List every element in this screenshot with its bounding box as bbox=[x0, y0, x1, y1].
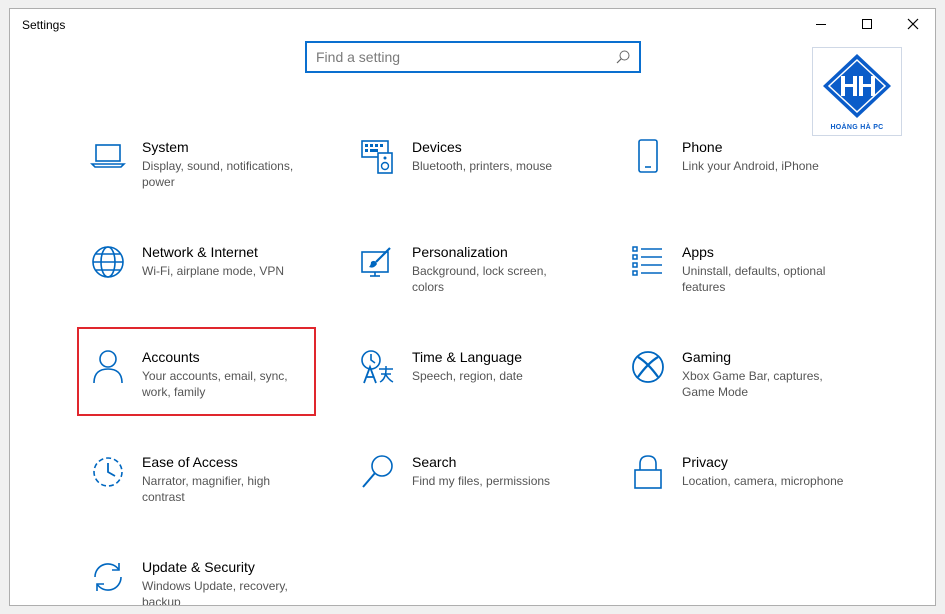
time-language-icon bbox=[361, 350, 394, 384]
close-icon bbox=[907, 18, 919, 30]
search-icon[interactable] bbox=[615, 49, 631, 65]
apps-list-icon bbox=[632, 246, 662, 276]
tile-system-desc: Display, sound, notifications, power bbox=[142, 159, 294, 189]
tile-update-security-title: Update & Security bbox=[142, 559, 255, 575]
minimize-button[interactable] bbox=[799, 9, 845, 41]
maximize-icon bbox=[862, 19, 872, 29]
tile-system-title: System bbox=[142, 139, 189, 155]
tile-phone-title: Phone bbox=[682, 139, 723, 155]
title-bar[interactable]: Settings bbox=[10, 9, 935, 41]
minimize-icon bbox=[816, 24, 826, 25]
tile-system[interactable]: System Display, sound, notifications, po… bbox=[90, 139, 340, 219]
tile-devices-title: Devices bbox=[412, 139, 462, 155]
paint-icon bbox=[361, 247, 391, 277]
phone-icon bbox=[638, 139, 658, 173]
tile-apps-title: Apps bbox=[682, 244, 714, 260]
tile-privacy-title: Privacy bbox=[682, 454, 728, 470]
tile-apps[interactable]: Apps Uninstall, defaults, optional featu… bbox=[630, 244, 880, 324]
tile-apps-desc: Uninstall, defaults, optional features bbox=[682, 264, 826, 294]
lock-icon bbox=[634, 455, 662, 489]
tile-time-language-title: Time & Language bbox=[412, 349, 522, 365]
tile-network[interactable]: Network & Internet Wi-Fi, airplane mode,… bbox=[90, 244, 340, 324]
tile-personalization-title: Personalization bbox=[412, 244, 508, 260]
search-input[interactable] bbox=[316, 47, 606, 67]
tile-devices[interactable]: Devices Bluetooth, printers, mouse bbox=[360, 139, 610, 219]
laptop-icon bbox=[90, 144, 126, 168]
xbox-icon bbox=[632, 351, 664, 383]
tile-update-security[interactable]: Update & Security Windows Update, recove… bbox=[90, 559, 340, 606]
tile-network-desc: Wi-Fi, airplane mode, VPN bbox=[142, 264, 285, 278]
logo-text: HOÀNG HÀ PC bbox=[830, 124, 884, 131]
close-button[interactable] bbox=[891, 9, 935, 41]
globe-icon bbox=[92, 246, 124, 278]
window-title: Settings bbox=[22, 18, 66, 32]
brand-logo: HOÀNG HÀ PC bbox=[812, 47, 902, 136]
tile-ease-of-access-desc: Narrator, magnifier, high contrast bbox=[142, 474, 271, 504]
tile-personalization-desc: Background, lock screen, colors bbox=[412, 264, 547, 294]
tile-gaming-desc: Xbox Game Bar, captures, Game Mode bbox=[682, 369, 823, 399]
tile-privacy[interactable]: Privacy Location, camera, microphone bbox=[630, 454, 880, 534]
search-icon bbox=[362, 455, 393, 488]
maximize-button[interactable] bbox=[845, 9, 891, 41]
tile-update-security-desc: Windows Update, recovery, backup bbox=[142, 579, 288, 606]
tile-gaming-title: Gaming bbox=[682, 349, 732, 365]
keyboard-speaker-icon bbox=[361, 140, 393, 174]
accounts-highlight-box bbox=[77, 327, 316, 416]
settings-window: Settings HOÀNG HÀ PC bbox=[9, 8, 936, 606]
tile-time-language[interactable]: Time & Language Speech, region, date bbox=[360, 349, 610, 429]
tile-search-desc: Find my files, permissions bbox=[412, 474, 551, 488]
ease-of-access-icon bbox=[93, 457, 123, 487]
search-box[interactable] bbox=[305, 41, 641, 73]
tile-time-language-desc: Speech, region, date bbox=[412, 369, 523, 383]
tile-ease-of-access[interactable]: Ease of Access Narrator, magnifier, high… bbox=[90, 454, 340, 534]
tile-ease-of-access-title: Ease of Access bbox=[142, 454, 238, 470]
tile-network-title: Network & Internet bbox=[142, 244, 258, 260]
tile-gaming[interactable]: Gaming Xbox Game Bar, captures, Game Mod… bbox=[630, 349, 880, 429]
tile-search-title: Search bbox=[412, 454, 457, 470]
update-icon bbox=[94, 563, 122, 591]
tile-personalization[interactable]: Personalization Background, lock screen,… bbox=[360, 244, 610, 324]
tile-search[interactable]: Search Find my files, permissions bbox=[360, 454, 610, 534]
tile-phone-desc: Link your Android, iPhone bbox=[682, 159, 819, 173]
tile-phone[interactable]: Phone Link your Android, iPhone bbox=[630, 139, 880, 219]
logo-diamond-icon bbox=[823, 54, 891, 118]
tile-devices-desc: Bluetooth, printers, mouse bbox=[412, 159, 553, 173]
tile-privacy-desc: Location, camera, microphone bbox=[682, 474, 844, 488]
